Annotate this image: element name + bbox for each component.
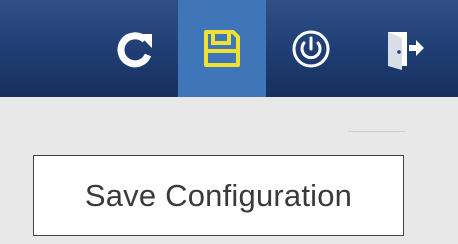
tooltip: Save Configuration — [33, 155, 404, 236]
power-icon — [292, 30, 330, 67]
refresh-button[interactable] — [95, 0, 175, 97]
exit-button[interactable] — [362, 0, 444, 97]
refresh-icon — [117, 31, 152, 67]
power-button[interactable] — [270, 0, 352, 97]
tooltip-text: Save Configuration — [84, 177, 353, 213]
divider-line — [348, 131, 405, 132]
floppy-disk-icon — [204, 29, 240, 67]
top-toolbar — [0, 0, 458, 97]
save-configuration-button[interactable] — [178, 0, 266, 97]
exit-door-icon — [388, 31, 424, 70]
